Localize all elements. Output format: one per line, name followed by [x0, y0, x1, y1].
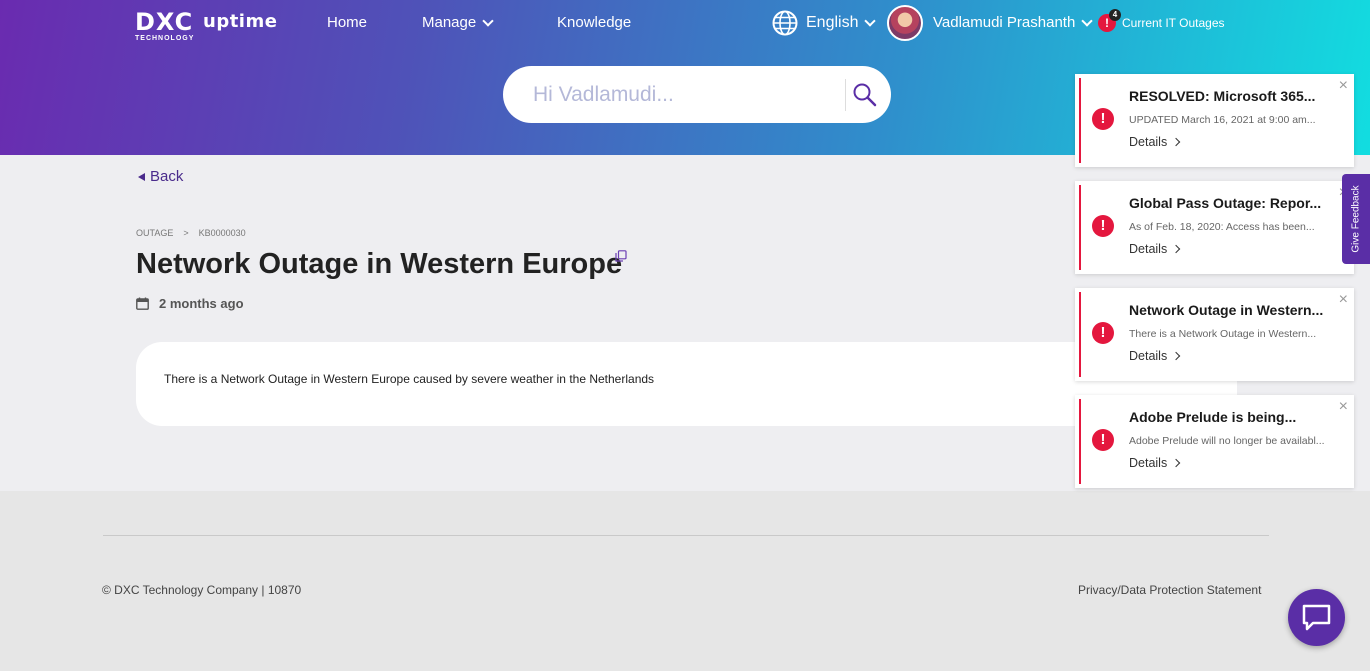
globe-icon	[772, 10, 798, 36]
search-divider	[845, 79, 846, 111]
notification-body: Adobe Prelude will no longer be availabl…	[1129, 435, 1325, 447]
back-arrow-icon	[138, 172, 145, 181]
alert-icon: !	[1092, 215, 1114, 237]
notification-details-link[interactable]: Details	[1129, 135, 1181, 149]
notification-card: ! Global Pass Outage: Repor... As of Feb…	[1075, 181, 1354, 274]
copyright-text: © DXC Technology Company | 10870	[102, 583, 302, 597]
breadcrumb-item[interactable]: OUTAGE	[136, 228, 173, 238]
back-label: Back	[150, 168, 184, 185]
alert-icon: !	[1092, 429, 1114, 451]
logo-dxc-text: DXC	[135, 8, 194, 36]
language-label: English	[806, 14, 859, 31]
chevron-down-icon	[482, 14, 494, 27]
notification-details-link[interactable]: Details	[1129, 349, 1181, 363]
close-icon[interactable]: ×	[1339, 292, 1348, 308]
details-label: Details	[1129, 349, 1168, 363]
outage-count-badge: 4	[1109, 9, 1121, 21]
nav-manage[interactable]: Manage	[422, 14, 494, 31]
product-name: uptime	[203, 11, 278, 32]
nav-knowledge-label: Knowledge	[557, 14, 632, 31]
dxc-logo[interactable]: DXC TECHNOLOGY uptime	[135, 8, 277, 42]
breadcrumb-separator: >	[183, 228, 189, 238]
chevron-down-icon	[1081, 14, 1093, 27]
breadcrumb: OUTAGE > KB0000030	[136, 228, 246, 238]
close-icon[interactable]: ×	[1339, 78, 1348, 94]
notification-title: Global Pass Outage: Repor...	[1129, 195, 1322, 211]
calendar-icon	[136, 297, 149, 310]
page-title: Network Outage in Western Europe	[136, 248, 623, 280]
chat-button[interactable]	[1288, 589, 1345, 646]
privacy-link[interactable]: Privacy/Data Protection Statement	[1078, 583, 1261, 597]
notification-title: Network Outage in Western...	[1129, 302, 1324, 318]
search-bar	[503, 66, 891, 123]
search-icon[interactable]	[852, 82, 878, 108]
logo-technology-text: TECHNOLOGY	[135, 35, 195, 42]
nav-manage-label: Manage	[422, 14, 477, 31]
chevron-right-icon	[1171, 244, 1181, 254]
alert-icon: !	[1092, 322, 1114, 344]
notification-body: There is a Network Outage in Western...	[1129, 328, 1317, 340]
alert-icon: !	[1092, 108, 1114, 130]
nav-knowledge[interactable]: Knowledge	[557, 14, 631, 31]
details-label: Details	[1129, 242, 1168, 256]
footer-divider	[103, 535, 1269, 536]
chevron-right-icon	[1171, 351, 1181, 361]
chevron-down-icon	[864, 15, 877, 27]
notification-title: Adobe Prelude is being...	[1129, 409, 1297, 425]
nav-home-label: Home	[327, 14, 368, 31]
notification-card: ! Network Outage in Western... There is …	[1075, 288, 1354, 381]
notification-title: RESOLVED: Microsoft 365...	[1129, 88, 1316, 104]
chevron-right-icon	[1171, 458, 1181, 468]
copy-icon[interactable]	[615, 250, 627, 262]
notification-details-link[interactable]: Details	[1129, 456, 1181, 470]
article-date-text: 2 months ago	[159, 296, 244, 311]
article-body: There is a Network Outage in Western Eur…	[164, 372, 655, 386]
current-outages-link[interactable]: Current IT Outages	[1122, 16, 1225, 30]
notification-card: ! RESOLVED: Microsoft 365... UPDATED Mar…	[1075, 74, 1354, 167]
article-body-card: There is a Network Outage in Western Eur…	[136, 342, 1237, 426]
close-icon[interactable]: ×	[1339, 399, 1348, 415]
notification-card: ! Adobe Prelude is being... Adobe Prelud…	[1075, 395, 1354, 488]
details-label: Details	[1129, 135, 1168, 149]
search-input[interactable]	[533, 80, 833, 110]
details-label: Details	[1129, 456, 1168, 470]
chat-icon	[1302, 604, 1331, 631]
feedback-label: Give Feedback	[1350, 185, 1362, 253]
notification-details-link[interactable]: Details	[1129, 242, 1181, 256]
chevron-right-icon	[1171, 137, 1181, 147]
breadcrumb-item: KB0000030	[198, 228, 246, 238]
notification-body: As of Feb. 18, 2020: Access has been...	[1129, 221, 1315, 233]
back-link[interactable]: Back	[138, 168, 183, 185]
notification-body: UPDATED March 16, 2021 at 9:00 am...	[1129, 114, 1316, 126]
user-name: Vadlamudi Prashanth	[933, 14, 1076, 31]
user-menu[interactable]: Vadlamudi Prashanth	[933, 14, 1093, 31]
language-selector[interactable]: English	[772, 10, 877, 36]
nav-home[interactable]: Home	[327, 14, 367, 31]
give-feedback-tab[interactable]: Give Feedback	[1342, 174, 1370, 264]
avatar[interactable]	[887, 5, 923, 41]
article-date: 2 months ago	[136, 296, 244, 311]
